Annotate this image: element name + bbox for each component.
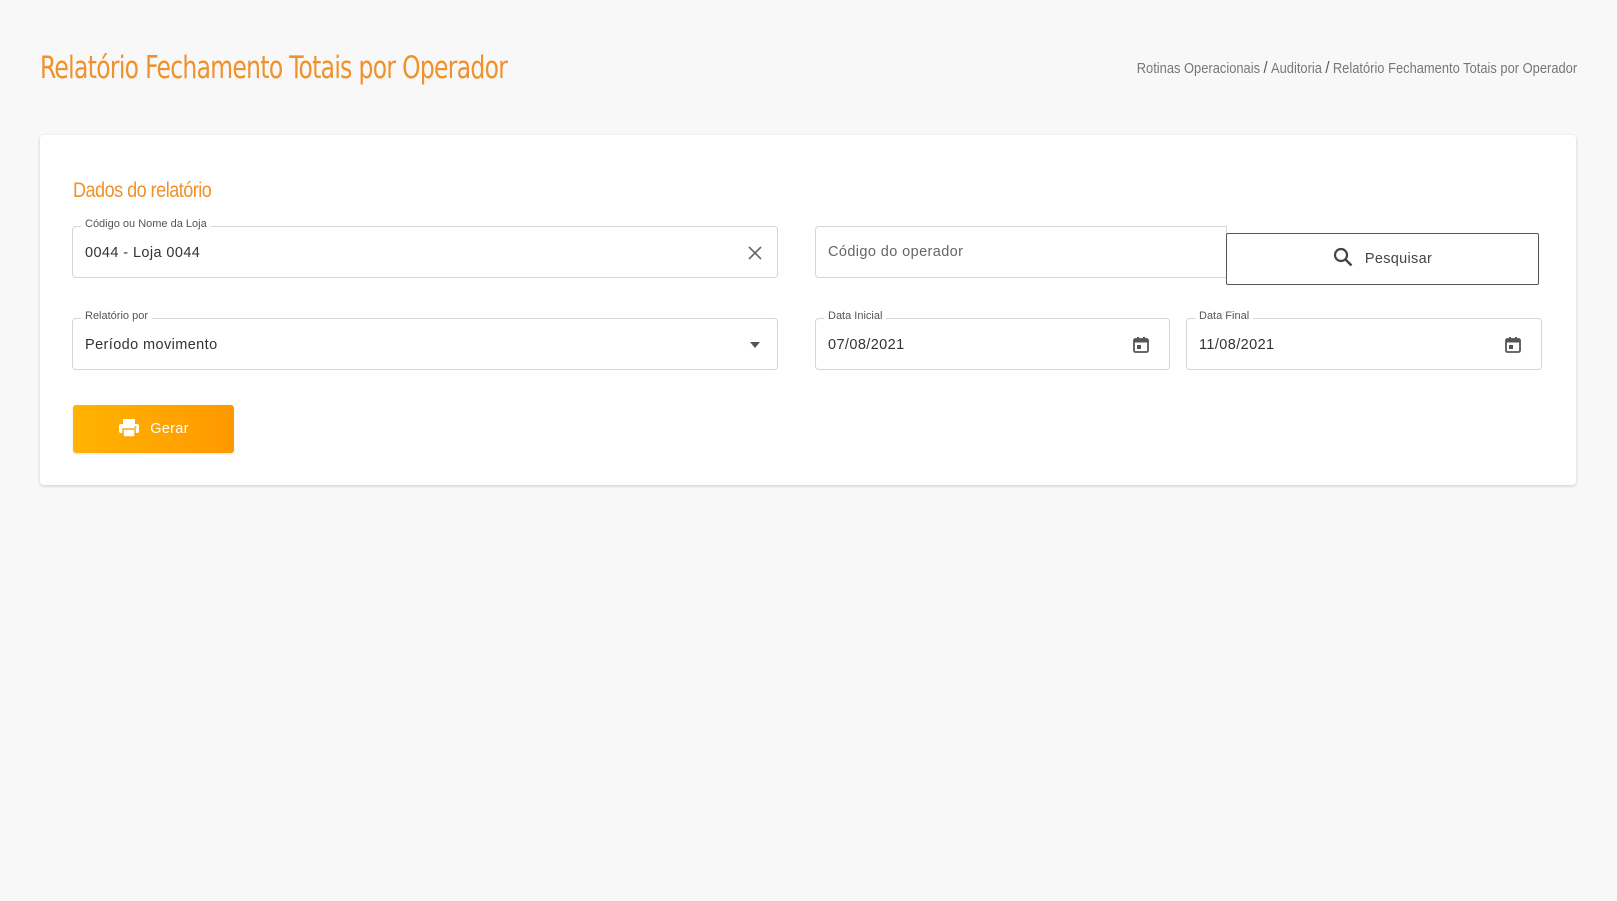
report-by-value: Período movimento <box>85 337 218 353</box>
close-icon[interactable] <box>743 241 767 265</box>
end-date-value: 11/08/2021 <box>1199 337 1275 353</box>
search-button[interactable]: Pesquisar <box>1226 233 1539 285</box>
store-field-value: 0044 - Loja 0044 <box>85 245 201 261</box>
calendar-icon[interactable] <box>1129 333 1153 357</box>
report-by-select[interactable]: Relatório por Período movimento <box>72 310 778 370</box>
breadcrumb-item-current: Relatório Fechamento Totais por Operador <box>1332 60 1577 77</box>
operator-code-placeholder: Código do operador <box>828 244 964 260</box>
operator-code-input[interactable]: Código do operador <box>815 226 1227 278</box>
page-header: Relatório Fechamento Totais por Operador… <box>40 42 1577 94</box>
store-field-label: Código ou Nome da Loja <box>81 218 211 230</box>
start-date-value: 07/08/2021 <box>828 337 905 353</box>
generate-button-label: Gerar <box>150 421 189 437</box>
start-date-field[interactable]: Data Inicial 07/08/2021 <box>815 310 1170 370</box>
report-card: Dados do relatório Código ou Nome da Loj… <box>40 135 1576 485</box>
end-date-label: Data Final <box>1195 310 1254 322</box>
end-date-field[interactable]: Data Final 11/08/2021 <box>1186 310 1542 370</box>
page-title: Relatório Fechamento Totais por Operador <box>40 50 508 86</box>
breadcrumb-separator: / <box>1263 58 1268 77</box>
store-field[interactable]: Código ou Nome da Loja 0044 - Loja 0044 <box>72 218 778 278</box>
calendar-icon[interactable] <box>1501 333 1525 357</box>
section-title: Dados do relatório <box>73 179 212 202</box>
report-by-label: Relatório por <box>81 310 152 322</box>
printer-icon <box>118 418 140 441</box>
breadcrumb-item-auditoria[interactable]: Auditoria <box>1271 60 1322 77</box>
search-button-label: Pesquisar <box>1364 251 1433 267</box>
chevron-down-icon[interactable] <box>743 333 767 357</box>
start-date-label: Data Inicial <box>824 310 887 322</box>
breadcrumb: Rotinas Operacionais / Auditoria / Relatório… <box>1137 58 1577 78</box>
breadcrumb-item-rotinas[interactable]: Rotinas Operacionais <box>1137 60 1260 77</box>
breadcrumb-separator: / <box>1325 58 1330 77</box>
search-icon <box>1333 247 1353 272</box>
generate-button[interactable]: Gerar <box>73 405 234 453</box>
